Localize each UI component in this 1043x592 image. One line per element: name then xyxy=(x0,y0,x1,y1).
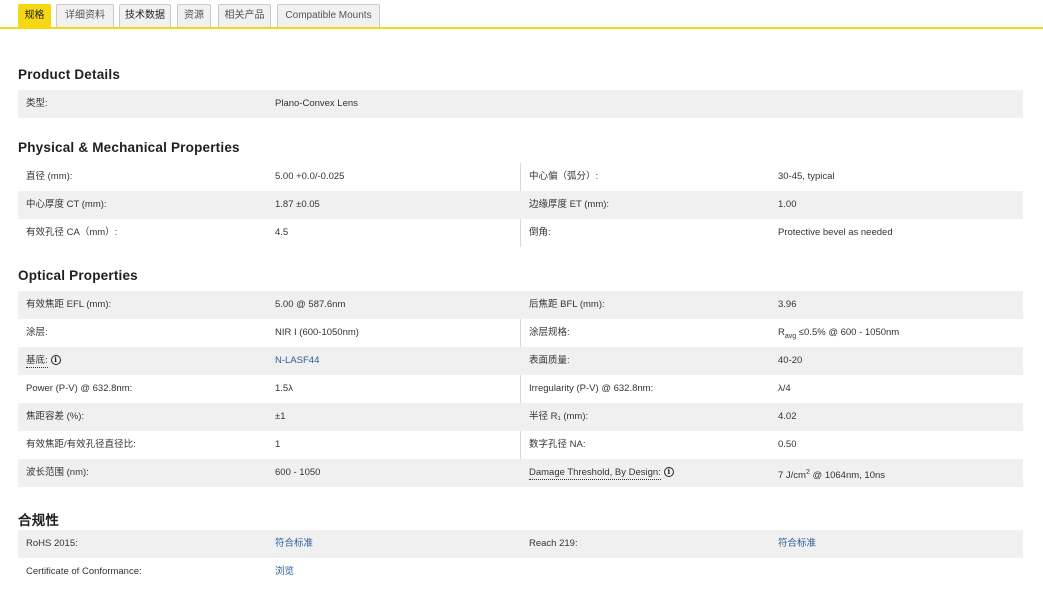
table-row: 有效焦距 EFL (mm): 5.00 @ 587.6nm 后焦距 BFL (m… xyxy=(18,291,1023,319)
spec-value: NIR I (600-1050nm) xyxy=(275,327,359,338)
spec-label: 有效孔径 CA（mm）: xyxy=(26,227,118,238)
spec-label: 中心偏（弧分）: xyxy=(529,171,599,182)
spec-value: ±1 xyxy=(275,411,286,422)
spec-value: 1 xyxy=(275,439,281,450)
spec-value: λ/4 xyxy=(778,383,791,394)
spec-label: 涂层规格: xyxy=(529,327,570,338)
spec-value: 1.87 ±0.05 xyxy=(275,199,320,210)
spec-value: 1.00 xyxy=(778,199,797,210)
tab-bar: 规格 详细资料 技术数据 资源 相关产品 Compatible Mounts xyxy=(0,0,1043,29)
spec-label: Certificate of Conformance: xyxy=(26,566,142,577)
table-row: 基底: i N-LASF44 表面质量: 40-20 xyxy=(18,347,1023,375)
damage-value-b: @ 1064nm, 10ns xyxy=(809,470,886,482)
damage-threshold-label: Damage Threshold, By Design: xyxy=(529,467,661,480)
spec-label: 倒角: xyxy=(529,227,551,238)
spec-label: 边缘厚度 ET (mm): xyxy=(529,199,610,210)
section-title-physical: Physical & Mechanical Properties xyxy=(18,140,240,155)
table-row: 有效孔径 CA（mm）: 4.5 倒角: Protective bevel as… xyxy=(18,219,1023,247)
spec-value: Ravg ≤0.5% @ 600 - 1050nm xyxy=(778,319,899,347)
tab-underline xyxy=(0,27,1043,29)
damage-value-a: 7 J/cm xyxy=(778,470,806,482)
spec-value: 5.00 @ 587.6nm xyxy=(275,299,346,310)
table-row: 有效焦距/有效孔径直径比: 1 数字孔径 NA: 0.50 xyxy=(18,431,1023,459)
spec-value: 5.00 +0.0/-0.025 xyxy=(275,171,345,182)
spec-label: 波长范围 (nm): xyxy=(26,467,89,478)
tab-resources[interactable]: 资源 xyxy=(177,4,211,27)
spec-label: Irregularity (P-V) @ 632.8nm: xyxy=(529,383,654,394)
spec-label: 有效焦距/有效孔径直径比: xyxy=(26,439,136,450)
table-row: 涂层: NIR I (600-1050nm) 涂层规格: Ravg ≤0.5% … xyxy=(18,319,1023,347)
spec-label: Reach 219: xyxy=(529,538,578,549)
spec-value: Plano-Convex Lens xyxy=(275,98,358,109)
tab-compatible-mounts[interactable]: Compatible Mounts xyxy=(277,4,380,27)
coating-spec-text: ≤0.5% @ 600 - 1050nm xyxy=(796,327,900,338)
spec-value: 7 J/cm2 @ 1064nm, 10ns xyxy=(778,459,885,487)
tab-details[interactable]: 详细资料 xyxy=(56,4,114,27)
spec-label: RoHS 2015: xyxy=(26,538,78,549)
section-title-optical: Optical Properties xyxy=(18,268,138,283)
section-title-product-details: Product Details xyxy=(18,67,121,82)
spec-label: 后焦距 BFL (mm): xyxy=(529,299,605,310)
substrate-label: 基底: xyxy=(26,355,48,368)
section-title-compliance: 合规性 xyxy=(18,513,60,528)
spec-label: 半径 R₁ (mm): xyxy=(529,411,589,422)
spec-value: 3.96 xyxy=(778,299,797,310)
tab-specs[interactable]: 规格 xyxy=(18,4,51,27)
table-row: 直径 (mm): 5.00 +0.0/-0.025 中心偏（弧分）: 30-45… xyxy=(18,163,1023,191)
reach-compliant-link[interactable]: 符合标准 xyxy=(778,530,816,558)
substrate-link[interactable]: N-LASF44 xyxy=(275,347,319,375)
table-row: 类型: Plano-Convex Lens xyxy=(18,90,1023,118)
r-symbol: R xyxy=(778,327,785,338)
tab-technical-data[interactable]: 技术数据 xyxy=(119,4,171,27)
spec-label: 数字孔径 NA: xyxy=(529,439,586,450)
table-row: RoHS 2015: 符合标准 Reach 219: 符合标准 xyxy=(18,530,1023,558)
spec-label-substrate: 基底: i xyxy=(26,347,61,375)
spec-value: 0.50 xyxy=(778,439,797,450)
table-row: 焦距容差 (%): ±1 半径 R₁ (mm): 4.02 xyxy=(18,403,1023,431)
table-row: 中心厚度 CT (mm): 1.87 ±0.05 边缘厚度 ET (mm): 1… xyxy=(18,191,1023,219)
spec-label: 涂层: xyxy=(26,327,48,338)
table-row: Certificate of Conformance: 浏览 xyxy=(18,558,1023,586)
spec-value: 1.5λ xyxy=(275,383,293,394)
spec-value: Protective bevel as needed xyxy=(778,227,893,238)
spec-value: 30-45, typical xyxy=(778,171,835,182)
spec-label: 表面质量: xyxy=(529,355,570,366)
rohs-compliant-link[interactable]: 符合标准 xyxy=(275,530,313,558)
spec-value: 600 - 1050 xyxy=(275,467,321,478)
spec-label-damage: Damage Threshold, By Design: i xyxy=(529,459,674,487)
spec-value: 4.5 xyxy=(275,227,289,238)
tab-related-products[interactable]: 相关产品 xyxy=(218,4,271,27)
spec-value: 4.02 xyxy=(778,411,797,422)
table-row: Power (P-V) @ 632.8nm: 1.5λ Irregularity… xyxy=(18,375,1023,403)
r-subscript: avg xyxy=(784,332,797,340)
spec-label: Power (P-V) @ 632.8nm: xyxy=(26,383,133,394)
spec-label: 直径 (mm): xyxy=(26,171,73,182)
spec-label: 焦距容差 (%): xyxy=(26,411,85,422)
spec-label: 中心厚度 CT (mm): xyxy=(26,199,107,210)
table-row: 波长范围 (nm): 600 - 1050 Damage Threshold, … xyxy=(18,459,1023,487)
spec-value: 40-20 xyxy=(778,355,803,366)
info-icon[interactable]: i xyxy=(50,355,61,366)
info-icon[interactable]: i xyxy=(663,467,674,478)
spec-label: 有效焦距 EFL (mm): xyxy=(26,299,112,310)
view-certificate-link[interactable]: 浏览 xyxy=(275,558,294,586)
spec-label: 类型: xyxy=(26,98,48,109)
